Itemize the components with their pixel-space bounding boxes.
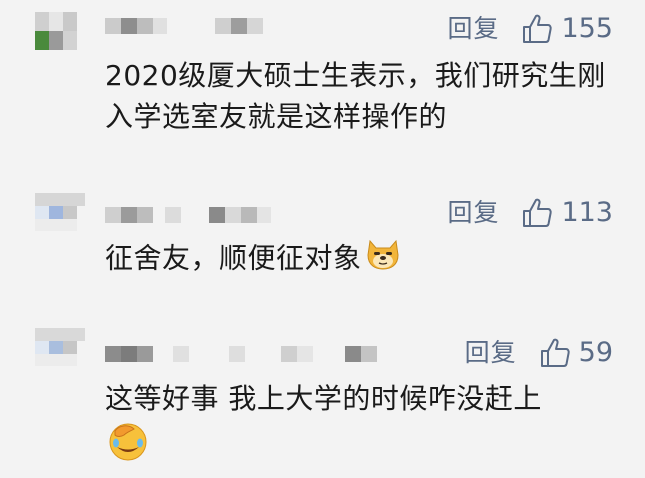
username-blurred[interactable]: [105, 346, 385, 362]
reply-button[interactable]: 回复: [447, 198, 499, 228]
thumbs-up-icon: [540, 338, 570, 367]
username-blurred[interactable]: [105, 207, 305, 223]
comment-actions: 回复 59: [465, 337, 613, 369]
avatar[interactable]: [35, 193, 85, 231]
comment-text: 征舍友，顺便征对象: [105, 237, 615, 282]
like-count: 155: [561, 13, 613, 44]
like-count: 59: [578, 337, 613, 368]
avatar[interactable]: [35, 328, 85, 366]
comment-text: 2020级厦大硕士生表示，我们研究生刚入学选室友就是这样操作的: [105, 59, 606, 133]
reply-button[interactable]: 回复: [465, 338, 517, 368]
like-button[interactable]: 155: [521, 13, 613, 45]
like-button[interactable]: 59: [539, 337, 613, 369]
reply-button[interactable]: 回复: [447, 14, 499, 44]
comment-actions: 回复 113: [447, 197, 613, 229]
avatar[interactable]: [35, 12, 85, 50]
thumbs-up-icon: [523, 14, 553, 43]
like-button[interactable]: 113: [521, 197, 613, 229]
username-blurred[interactable]: [105, 18, 305, 34]
comment-text: 这等好事 我上大学的时候咋没赶上: [105, 382, 542, 415]
facepalm-laugh-emoji: [107, 421, 149, 465]
like-count: 113: [561, 197, 613, 228]
doge-emoji: [364, 237, 402, 282]
comment-actions: 回复 155: [447, 13, 613, 45]
thumbs-up-icon: [523, 198, 553, 227]
comment-text-body: 征舍友，顺便征对象: [105, 241, 362, 275]
